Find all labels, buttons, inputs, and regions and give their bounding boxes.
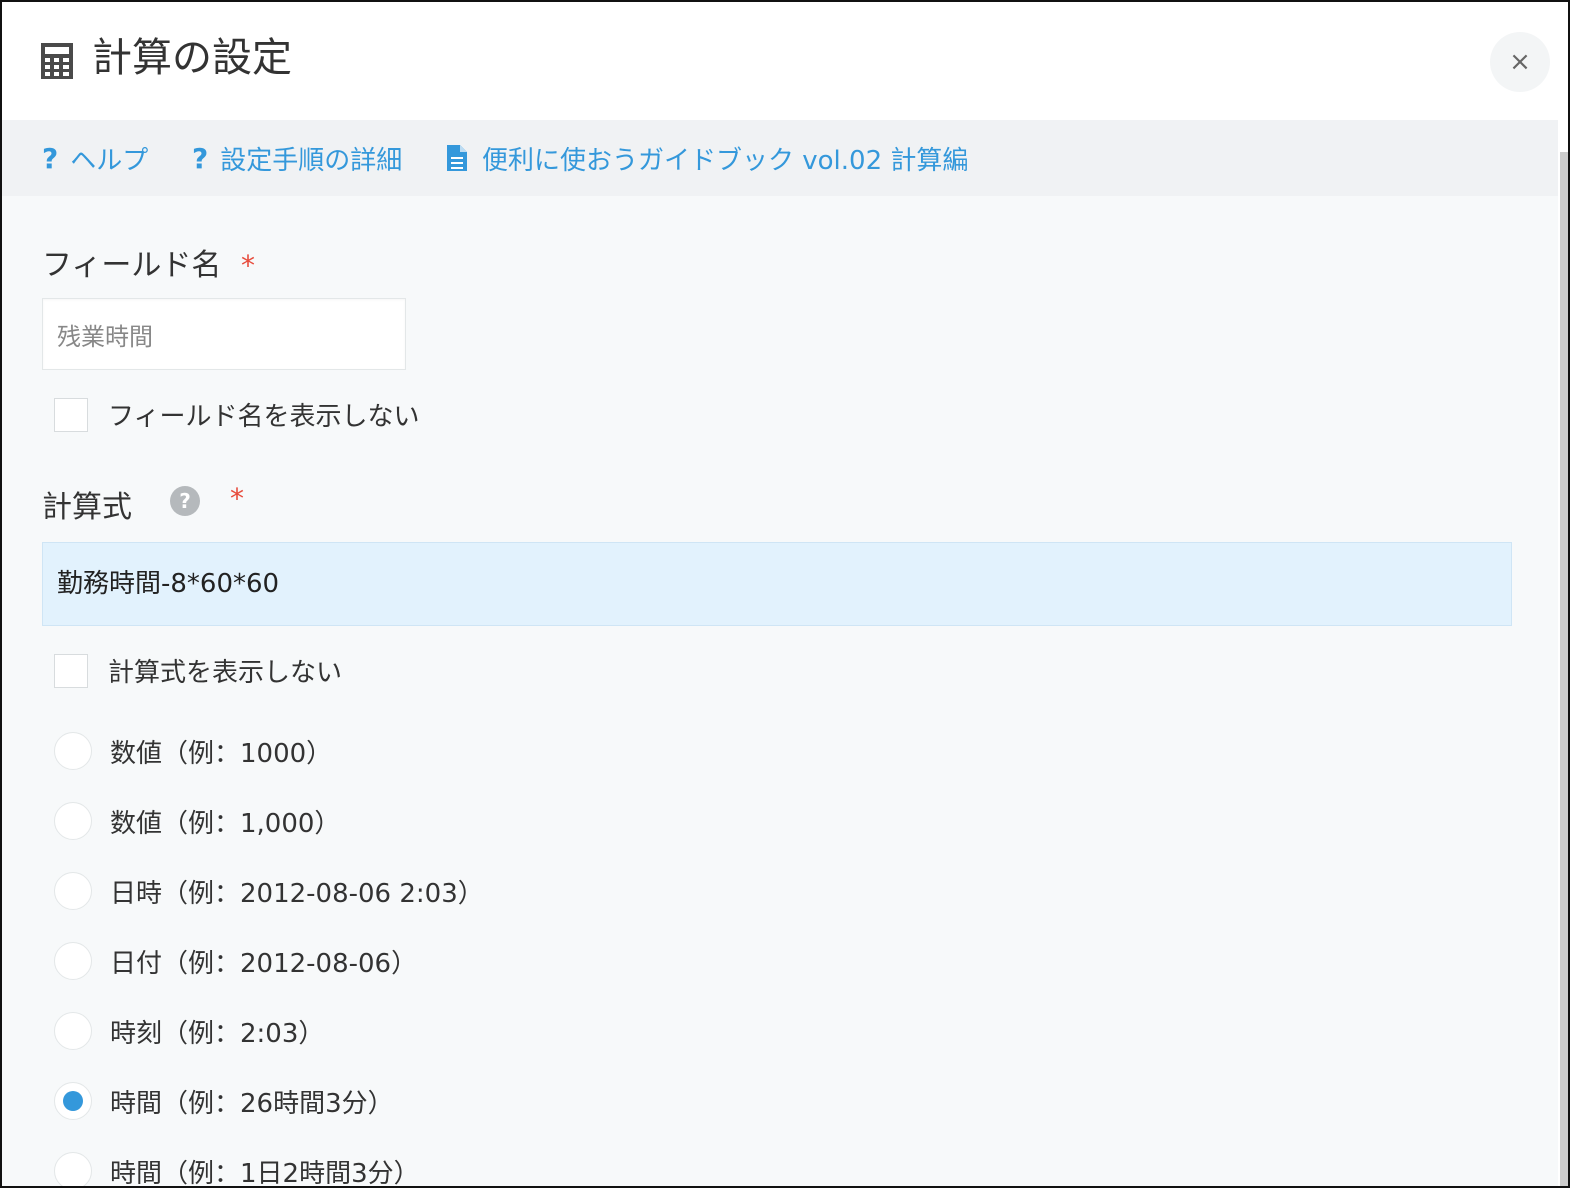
- close-button[interactable]: ×: [1490, 32, 1550, 92]
- setup-details-link[interactable]: ? 設定手順の詳細: [192, 140, 402, 176]
- format-option-number-comma[interactable]: 数値（例：1,000）: [54, 802, 340, 840]
- formula-required-mark: *: [230, 482, 244, 515]
- calculator-icon: [41, 43, 73, 79]
- hide-formula-label: 計算式を表示しない: [108, 658, 343, 688]
- help-bar: ? ヘルプ ? 設定手順の詳細 便利に使おうガイドブック vol.02 計算編: [2, 120, 1558, 196]
- format-option-date[interactable]: 日付（例：2012-08-06）: [54, 942, 417, 980]
- calculation-settings-dialog: 計算の設定 × ? ヘルプ ? 設定手順の詳細 便利に使おうガイドブック vol…: [0, 0, 1570, 1188]
- question-icon: ?: [192, 141, 209, 175]
- format-option-label: 日時（例：2012-08-06 2:03）: [110, 878, 484, 909]
- help-link[interactable]: ? ヘルプ: [42, 140, 148, 176]
- radio-button[interactable]: [54, 1012, 92, 1050]
- required-mark: *: [240, 249, 255, 282]
- formula-label: 計算式: [42, 490, 132, 525]
- format-option-label: 時刻（例：2:03）: [110, 1018, 325, 1049]
- format-option-number[interactable]: 数値（例：1000）: [54, 732, 332, 770]
- hide-formula-checkbox[interactable]: [54, 653, 88, 688]
- format-option-label: 数値（例：1000）: [110, 738, 333, 769]
- format-option-label: 日付（例：2012-08-06）: [110, 948, 418, 979]
- close-icon: ×: [1509, 47, 1531, 77]
- radio-button-selected[interactable]: [54, 1082, 92, 1120]
- radio-button[interactable]: [54, 1152, 92, 1186]
- radio-button[interactable]: [54, 872, 92, 910]
- format-option-time[interactable]: 時刻（例：2:03）: [54, 1012, 324, 1050]
- radio-button[interactable]: [54, 942, 92, 980]
- format-option-hours-minutes[interactable]: 時間（例：26時間3分）: [54, 1082, 394, 1120]
- setup-details-link-label: 設定手順の詳細: [220, 145, 403, 176]
- format-option-datetime[interactable]: 日時（例：2012-08-06 2:03）: [54, 872, 484, 910]
- field-name-input[interactable]: [42, 298, 406, 370]
- guidebook-link[interactable]: 便利に使おうガイドブック vol.02 計算編: [446, 140, 968, 176]
- hide-field-name-checkbox-row[interactable]: フィールド名を表示しない: [54, 396, 419, 433]
- dialog-title: 計算の設定: [92, 35, 292, 81]
- scrollbar-thumb[interactable]: [1560, 152, 1568, 1186]
- format-option-days-hours-minutes[interactable]: 時間（例：1日2時間3分）: [54, 1152, 420, 1188]
- radio-button[interactable]: [54, 802, 92, 840]
- hide-field-name-checkbox[interactable]: [54, 397, 88, 432]
- hide-formula-checkbox-row[interactable]: 計算式を表示しない: [54, 652, 342, 689]
- field-name-label: フィールド名 *: [42, 240, 255, 284]
- hide-field-name-label: フィールド名を表示しない: [108, 402, 420, 432]
- dialog-header: 計算の設定 ×: [2, 2, 1568, 121]
- guidebook-link-label: 便利に使おうガイドブック vol.02 計算編: [482, 145, 969, 176]
- help-link-label: ヘルプ: [70, 145, 149, 176]
- field-name-label-text: フィールド名: [42, 248, 222, 283]
- radio-button[interactable]: [54, 732, 92, 770]
- question-circle-icon[interactable]: ?: [170, 486, 200, 516]
- document-icon: [447, 145, 467, 171]
- question-icon: ?: [42, 141, 59, 175]
- format-option-label: 数値（例：1,000）: [110, 808, 341, 839]
- formula-input[interactable]: 勤務時間-8*60*60: [42, 542, 1512, 626]
- format-option-label: 時間（例：26時間3分）: [110, 1088, 394, 1119]
- format-option-label: 時間（例：1日2時間3分）: [110, 1158, 420, 1188]
